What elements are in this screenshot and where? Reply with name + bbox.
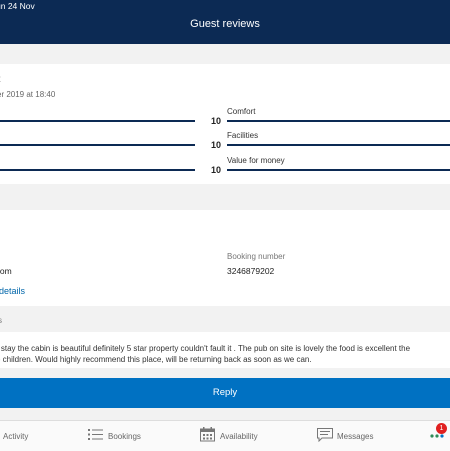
tab-activity[interactable]: Activity: [0, 421, 80, 451]
rating-label: Facilities: [227, 131, 258, 140]
review-date: er 2019 at 18:40: [0, 90, 55, 99]
review-card: t er 2019 at 18:40 10 Comfort 10 Facilit…: [0, 64, 450, 184]
tab-availability[interactable]: Availability: [198, 421, 278, 451]
rating-label: Value for money: [227, 156, 285, 165]
tab-bar: Activity Bookings: [0, 420, 450, 451]
rating-value: 10: [211, 116, 221, 126]
status-time: un 24 Nov: [0, 1, 35, 11]
tab-messages[interactable]: Messages: [315, 421, 395, 451]
notification-badge: 1: [436, 423, 447, 434]
tab-bookings[interactable]: Bookings: [85, 421, 165, 451]
rating-bar: [227, 144, 450, 146]
chat-icon: [317, 428, 333, 444]
rating-value: 10: [211, 140, 221, 150]
calendar-icon: [200, 427, 215, 444]
review-text: r stay the cabin is beautiful definitely…: [0, 343, 450, 365]
rating-bar: [0, 144, 195, 146]
header-bar: un 24 Nov Guest reviews: [0, 0, 450, 44]
tab-label: Bookings: [108, 432, 141, 441]
review-text-line: r stay the cabin is beautiful definitely…: [0, 343, 450, 354]
comment-section-label: s: [0, 316, 2, 325]
tab-label: Messages: [337, 432, 373, 441]
list-icon: [88, 428, 103, 443]
review-text-line: e children. Would highly recommend this …: [0, 354, 450, 365]
rating-value: 10: [211, 165, 221, 175]
booking-number-value: 3246879202: [227, 266, 274, 276]
rating-label: Comfort: [227, 107, 255, 116]
tab-label: Activity: [3, 432, 28, 441]
rating-bar: [0, 169, 195, 171]
tab-more[interactable]: 1: [425, 421, 450, 451]
room-value: lom: [0, 266, 12, 276]
rating-bar: [0, 120, 195, 122]
booking-number-label: Booking number: [227, 252, 285, 261]
tab-label: Availability: [220, 432, 258, 441]
reply-button[interactable]: Reply: [0, 378, 450, 408]
rating-bar: [227, 120, 450, 122]
booking-card: Booking number 3246879202 lom details: [0, 210, 450, 306]
page-title: Guest reviews: [0, 18, 450, 30]
booking-details-link[interactable]: details: [0, 286, 25, 296]
rating-bar: [227, 169, 450, 171]
